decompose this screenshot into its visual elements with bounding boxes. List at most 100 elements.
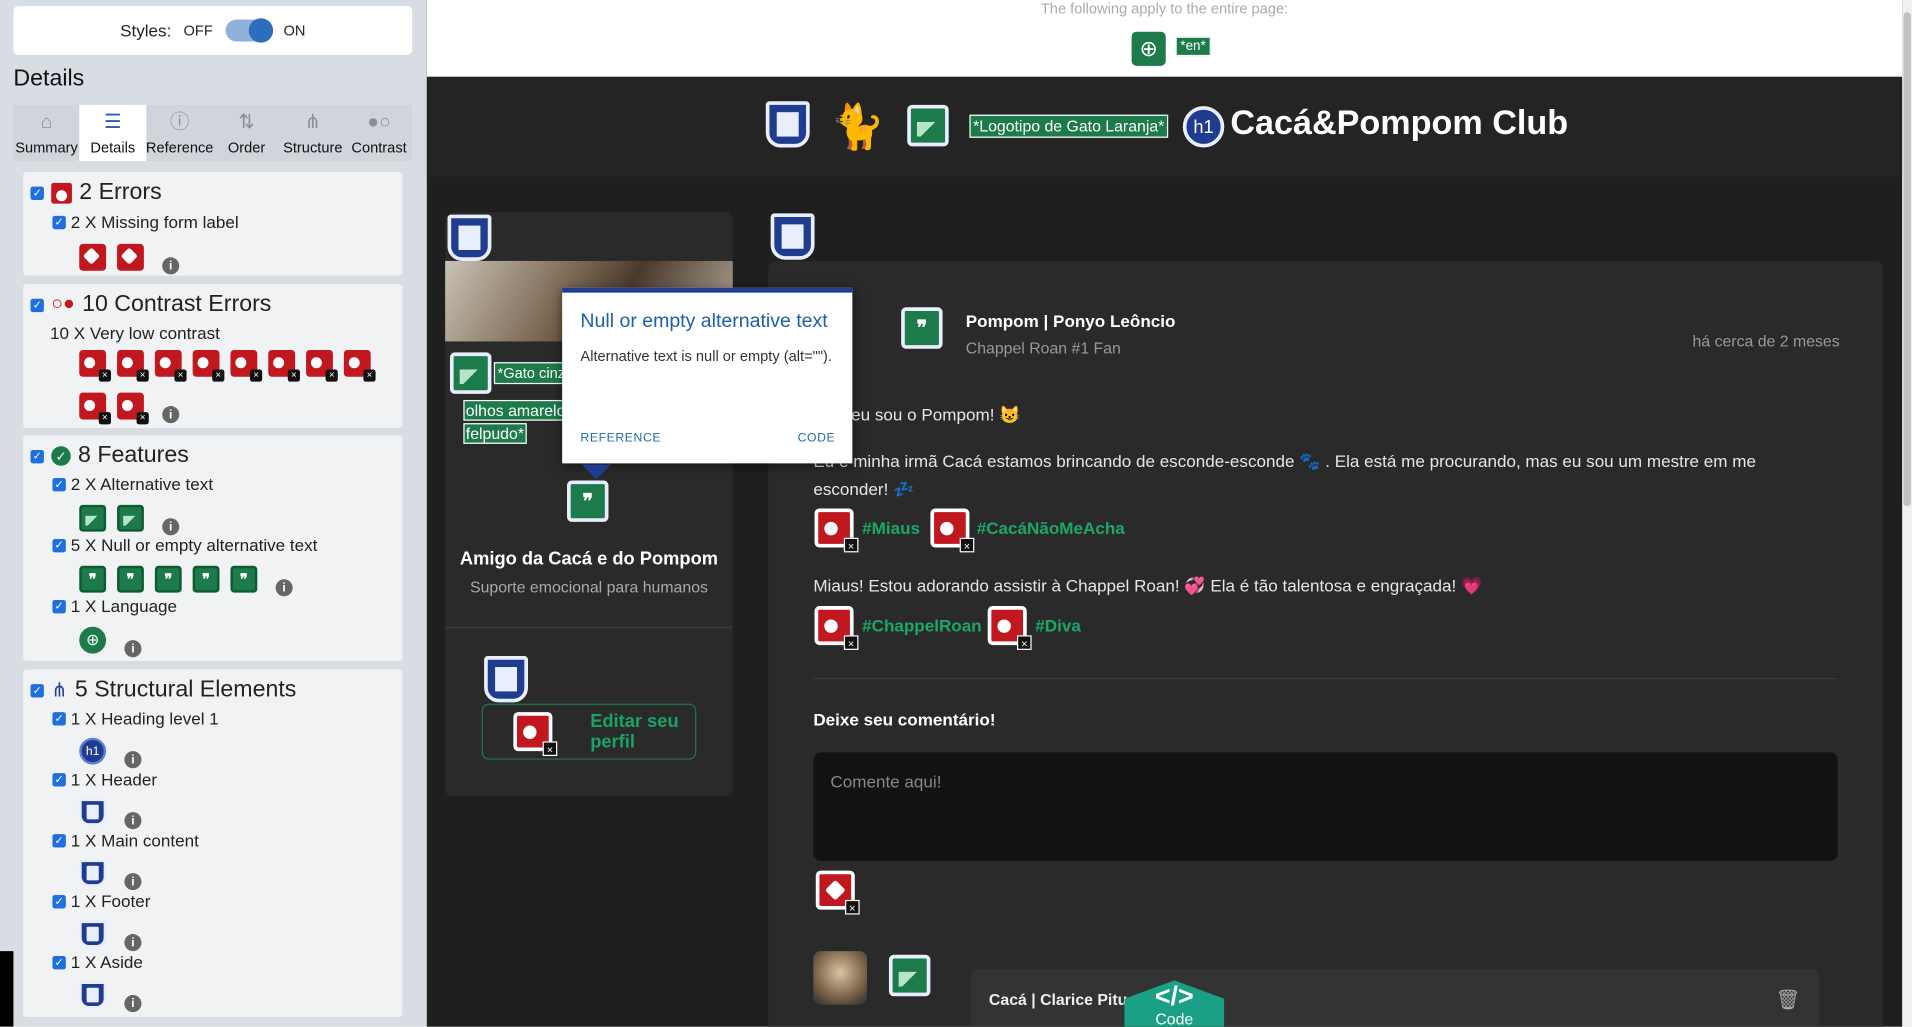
contrast-icon: ●○ [367, 112, 391, 133]
post-author: Pompom | Ponyo Leôncio [965, 310, 1176, 331]
info-icon[interactable]: i [124, 873, 142, 891]
header-checkbox[interactable]: ✓ [52, 772, 66, 786]
info-icon[interactable]: i [162, 257, 180, 275]
tab-details[interactable]: ☰ Details [79, 104, 146, 161]
site-title: Cacá&Pompom Club [1230, 103, 1569, 142]
divider [813, 677, 1838, 680]
error-x-icon [51, 182, 72, 204]
quote-icon[interactable]: ❞ [567, 480, 609, 522]
contrast-error-icon[interactable]: × [814, 508, 859, 553]
popup-arrow [581, 464, 611, 480]
contrast-error-icon[interactable]: × [192, 349, 225, 382]
main-checkbox[interactable]: ✓ [52, 833, 66, 847]
info-icon[interactable]: i [162, 406, 180, 424]
heading-checkbox[interactable]: ✓ [52, 711, 66, 725]
contrast-error-icon[interactable]: × [117, 349, 149, 382]
hashtag[interactable]: #CacáNãoMeAcha [977, 518, 1125, 538]
hashtag[interactable]: #ChappelRoan [862, 616, 982, 636]
header-region-icon[interactable] [765, 101, 810, 148]
header-region-icon[interactable] [79, 798, 107, 826]
tab-summary[interactable]: ⌂ Summary [13, 105, 79, 161]
aside-region-icon[interactable] [79, 981, 107, 1009]
contrast-error-icon[interactable]: × [306, 349, 338, 382]
contrast-error-icon[interactable]: × [117, 392, 149, 425]
tab-reference[interactable]: ⓘ Reference [146, 105, 214, 161]
contrast-icons-row-1: × × × × × × × × [79, 349, 376, 382]
styles-label: Styles: [120, 20, 172, 41]
tab-label: Structure [283, 139, 343, 157]
globe-icon[interactable]: ⊕ [79, 626, 107, 654]
image-icon[interactable] [888, 954, 931, 997]
contrast-error-icon[interactable]: × [230, 349, 263, 382]
comment-input[interactable]: Comente aqui! [813, 752, 1838, 861]
quote-icon[interactable]: ❞ [79, 565, 107, 593]
language-tag: *en* [1175, 36, 1211, 57]
aside-region-icon[interactable] [447, 214, 492, 261]
home-icon: ⌂ [40, 112, 53, 133]
image-icon[interactable] [449, 352, 492, 394]
contrast-checkbox[interactable]: ✓ [30, 298, 44, 312]
footer-row: ✓ 1 X Footer [52, 891, 150, 911]
reference-link[interactable]: REFERENCE [580, 432, 661, 445]
footer-checkbox[interactable]: ✓ [52, 894, 66, 908]
info-icon[interactable]: i [124, 640, 142, 658]
missing-label-icon[interactable]: × [79, 243, 107, 271]
code-link[interactable]: CODE [798, 432, 836, 445]
hashtag[interactable]: #Miaus [862, 518, 920, 538]
errors-checkbox[interactable]: ✓ [30, 185, 44, 200]
contrast-error-icon[interactable]: × [987, 606, 1032, 650]
info-icon[interactable]: i [124, 995, 142, 1013]
quote-icon[interactable]: ❞ [154, 565, 182, 593]
contrast-error-icon[interactable]: × [268, 349, 300, 382]
missing-label-icon[interactable]: × [117, 243, 144, 271]
tab-contrast[interactable]: ●○ Contrast [346, 105, 412, 161]
info-icon[interactable]: i [275, 579, 293, 597]
language-row: ✓ 1 X Language [52, 596, 177, 616]
styles-toggle-switch[interactable] [224, 18, 273, 43]
trash-icon[interactable]: 🗑 [1775, 988, 1800, 1012]
tooltip-popup: Null or empty alternative text Alternati… [562, 287, 853, 480]
contrast-error-icon[interactable]: × [814, 606, 859, 650]
aside-checkbox[interactable]: ✓ [52, 955, 66, 969]
alt-text-checkbox[interactable]: ✓ [52, 477, 66, 491]
structure-checkbox[interactable]: ✓ [30, 683, 44, 697]
contrast-error-icon[interactable]: × [154, 349, 187, 382]
footer-region-icon[interactable] [484, 656, 529, 703]
quote-icon[interactable]: ❞ [192, 565, 220, 593]
contrast-heading: ✓ ○● 10 Contrast Errors [30, 291, 271, 318]
contrast-error-icon[interactable]: × [79, 349, 111, 382]
info-icon[interactable]: i [162, 518, 180, 536]
globe-icon[interactable]: ⊕ [1131, 31, 1166, 66]
tab-order[interactable]: ⇅ Order [213, 105, 279, 161]
post-author-subtitle: Chappel Roan #1 Fan [965, 338, 1121, 358]
page-scrollbar[interactable] [1902, 0, 1912, 1027]
hashtag[interactable]: #Diva [1035, 616, 1081, 636]
footer-region-icon[interactable] [79, 920, 107, 948]
info-icon[interactable]: i [124, 751, 142, 769]
alt-text-row: ✓ 2 X Alternative text [52, 474, 213, 494]
info-icon[interactable]: i [124, 812, 142, 830]
image-icon[interactable] [79, 504, 107, 532]
h1-icon[interactable]: h1 [1182, 106, 1225, 148]
contrast-error-icon[interactable]: × [343, 349, 376, 382]
features-checkbox[interactable]: ✓ [30, 449, 44, 463]
missing-label-icon[interactable]: × [815, 870, 860, 915]
contrast-panel: ✓ ○● 10 Contrast Errors 10 X Very low co… [23, 284, 403, 429]
contrast-error-icon[interactable]: × [79, 392, 111, 425]
contrast-error-icon[interactable]: × [513, 712, 558, 757]
h1-icon[interactable]: h1 [79, 737, 107, 765]
main-region-icon[interactable] [79, 859, 107, 887]
null-alt-checkbox[interactable]: ✓ [52, 538, 66, 552]
image-icon[interactable] [907, 104, 949, 147]
tab-structure[interactable]: ⋔ Structure [280, 105, 346, 161]
main-region-icon[interactable] [770, 213, 815, 260]
quote-icon[interactable]: ❞ [901, 307, 943, 349]
post-card [768, 260, 1883, 1027]
missing-label-checkbox[interactable]: ✓ [52, 215, 66, 229]
quote-icon[interactable]: ❞ [230, 565, 258, 593]
info-icon[interactable]: i [124, 934, 142, 952]
language-checkbox[interactable]: ✓ [52, 599, 66, 613]
contrast-error-icon[interactable]: × [930, 508, 975, 553]
image-icon[interactable] [117, 504, 144, 532]
quote-icon[interactable]: ❞ [117, 565, 144, 593]
